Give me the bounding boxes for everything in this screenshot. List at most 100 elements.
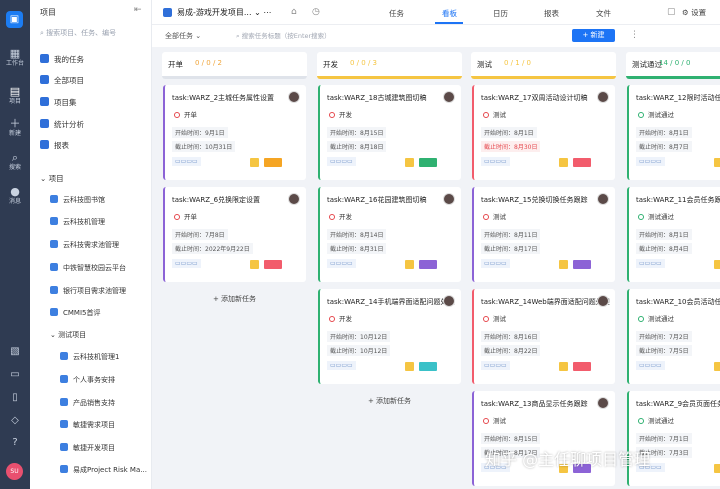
tag-chip[interactable] [573,362,591,371]
tab-files[interactable]: 文件 [596,8,611,19]
tag-chip[interactable] [714,260,720,269]
task-title[interactable]: task:WARZ_11会员任务跟踪 [636,195,720,205]
more-icon[interactable]: ⋮ [630,30,639,40]
task-card[interactable]: task:WARZ_10会员活动任务 测试通过 开始时间：7月2日 截止时间：7… [627,289,720,384]
task-title[interactable]: task:WARZ_16花园建筑图切稿 [327,195,427,205]
tree-item[interactable]: 产品销售支持 [60,397,115,409]
tag-chip[interactable] [573,260,591,269]
task-card[interactable]: task:WARZ_11会员任务跟踪 测试通过 开始时间：8月1日 截止时间：8… [627,187,720,282]
tag-chip[interactable] [573,158,591,167]
avatar[interactable] [288,193,300,205]
new-task-button[interactable]: + 新建 [572,29,615,42]
avatar[interactable]: SU [6,463,23,480]
task-title[interactable]: task:WARZ_15兑换切换任务跟踪 [481,195,588,205]
tag-chip[interactable] [559,158,568,167]
task-title[interactable]: task:WARZ_2主城任务属性设置 [172,93,274,103]
nav-reports[interactable]: 报表 [40,140,69,152]
tag-chip[interactable] [714,362,720,371]
status-badge[interactable]: 测试通过 [638,109,674,119]
rail-item-new[interactable]: ＋新建 [0,118,30,138]
status-badge[interactable]: 测试 [483,415,506,425]
tree-item[interactable]: 易成Project Risk Ma... [60,464,147,476]
tab-reports[interactable]: 报表 [544,8,559,19]
task-title[interactable]: task:WARZ_9会员页面任务 [636,399,720,409]
tab-tasks[interactable]: 任务 [389,8,404,19]
collapse-icon[interactable]: ⇤ [134,5,142,15]
window-icon[interactable]: ▢ [667,7,676,17]
column-header[interactable]: 测试通过 14 / 0 / 0 [626,52,720,79]
help-icon[interactable]: ? [8,436,22,450]
column-header[interactable]: 开发 0 / 0 / 3 [317,52,462,79]
column-header[interactable]: 开单 0 / 0 / 2 [162,52,307,79]
task-card[interactable]: task:WARZ_6兑换限定设置 开单 开始时间：7月8日 截止时间：2022… [163,187,306,282]
status-badge[interactable]: 测试通过 [638,415,674,425]
add-task-button[interactable]: + 添加新任务 [317,396,462,406]
tag-chip[interactable] [250,158,259,167]
doc-icon[interactable]: ▯ [8,391,22,405]
status-badge[interactable]: 开发 [329,109,352,119]
tab-calendar[interactable]: 日历 [493,8,508,19]
task-title[interactable]: task:WARZ_14Web端界面适配问题处理 [481,297,610,307]
settings-button[interactable]: ⚙ 设置 [682,7,706,18]
tree-item[interactable]: 敏捷开发项目 [60,442,115,454]
tree-item[interactable]: 云科技图书馆 [50,194,105,206]
calendar-icon[interactable]: ▭ [8,368,22,382]
task-card[interactable]: task:WARZ_14Web端界面适配问题处理 测试 开始时间：8月16日 截… [472,289,615,384]
status-badge[interactable]: 测试通过 [638,313,674,323]
tag-chip[interactable] [419,260,437,269]
tree-item[interactable]: 银行项目需求池管理 [50,285,126,297]
status-badge[interactable]: 测试 [483,211,506,221]
status-badge[interactable]: 测试通过 [638,211,674,221]
task-card[interactable]: task:WARZ_18古城建筑图切稿 开发 开始时间：8月15日 截止时间：8… [318,85,461,180]
tag-chip[interactable] [714,158,720,167]
nav-my-tasks[interactable]: 我的任务 [40,54,84,66]
task-title[interactable]: task:WARZ_13商品显示任务跟踪 [481,399,588,409]
avatar[interactable] [597,397,609,409]
tag-chip[interactable] [419,362,437,371]
task-card[interactable]: task:WARZ_12限时活动任务跟踪 测试通过 开始时间：8月1日 截止时间… [627,85,720,180]
rail-item-workspace[interactable]: ▦ 工作台 [0,48,30,68]
avatar[interactable] [443,91,455,103]
tag-chip[interactable] [714,464,720,473]
task-title[interactable]: task:WARZ_17双周活动设计切稿 [481,93,588,103]
rail-item-message[interactable]: ● 消息 [0,186,30,206]
report-icon[interactable]: ▧ [8,345,22,359]
avatar[interactable] [288,91,300,103]
tag-chip[interactable] [405,158,414,167]
sidebar-search-input[interactable]: ⌕ 搜索项目、任务、编号 [40,28,146,40]
app-icon[interactable]: ▣ [6,11,23,28]
nav-all-projects[interactable]: 全部项目 [40,75,84,87]
tag-chip[interactable] [405,362,414,371]
tag-chip[interactable] [559,362,568,371]
rail-item-search[interactable]: ⌕ 搜索 [0,152,30,172]
avatar[interactable] [597,91,609,103]
task-card[interactable]: task:WARZ_9会员页面任务 测试通过 开始时间：7月1日 截止时间：7月… [627,391,720,486]
task-card[interactable]: task:WARZ_17双周活动设计切稿 测试 开始时间：8月1日 截止时间：8… [472,85,615,180]
task-card[interactable]: task:WARZ_13商品显示任务跟踪 测试 开始时间：8月15日 截止时间：… [472,391,615,486]
avatar[interactable] [443,295,455,307]
nav-project-set[interactable]: 项目集 [40,97,77,109]
avatar[interactable] [597,295,609,307]
home-icon[interactable]: ⌂ [291,7,297,17]
status-badge[interactable]: 测试 [483,313,506,323]
rail-item-project[interactable]: ▤ 项目 [0,86,30,106]
tree-item[interactable]: 云科技机管理 [50,216,105,228]
tag-chip[interactable] [264,158,282,167]
task-title[interactable]: task:WARZ_14手机端界面适配问题处理 [327,297,455,307]
tree-item[interactable]: CMMI5首评 [50,307,101,319]
task-title[interactable]: task:WARZ_12限时活动任务跟踪 [636,93,720,103]
avatar[interactable] [597,193,609,205]
add-task-button[interactable]: + 添加新任务 [162,294,307,304]
task-card[interactable]: task:WARZ_16花园建筑图切稿 开发 开始时间：8月14日 截止时间：8… [318,187,461,282]
status-badge[interactable]: 开单 [174,211,197,221]
tab-kanban[interactable]: 看板 [442,8,457,19]
status-badge[interactable]: 开发 [329,211,352,221]
task-title[interactable]: task:WARZ_6兑换限定设置 [172,195,260,205]
status-badge[interactable]: 测试 [483,109,506,119]
tree-item[interactable]: 云科技机管理1 [60,351,119,363]
tag-chip[interactable] [559,260,568,269]
task-title[interactable]: task:WARZ_10会员活动任务 [636,297,720,307]
tree-item[interactable]: 个人事务安排 [60,374,115,386]
tag-chip[interactable] [405,260,414,269]
nav-statistics[interactable]: 统计分析 [40,119,84,131]
